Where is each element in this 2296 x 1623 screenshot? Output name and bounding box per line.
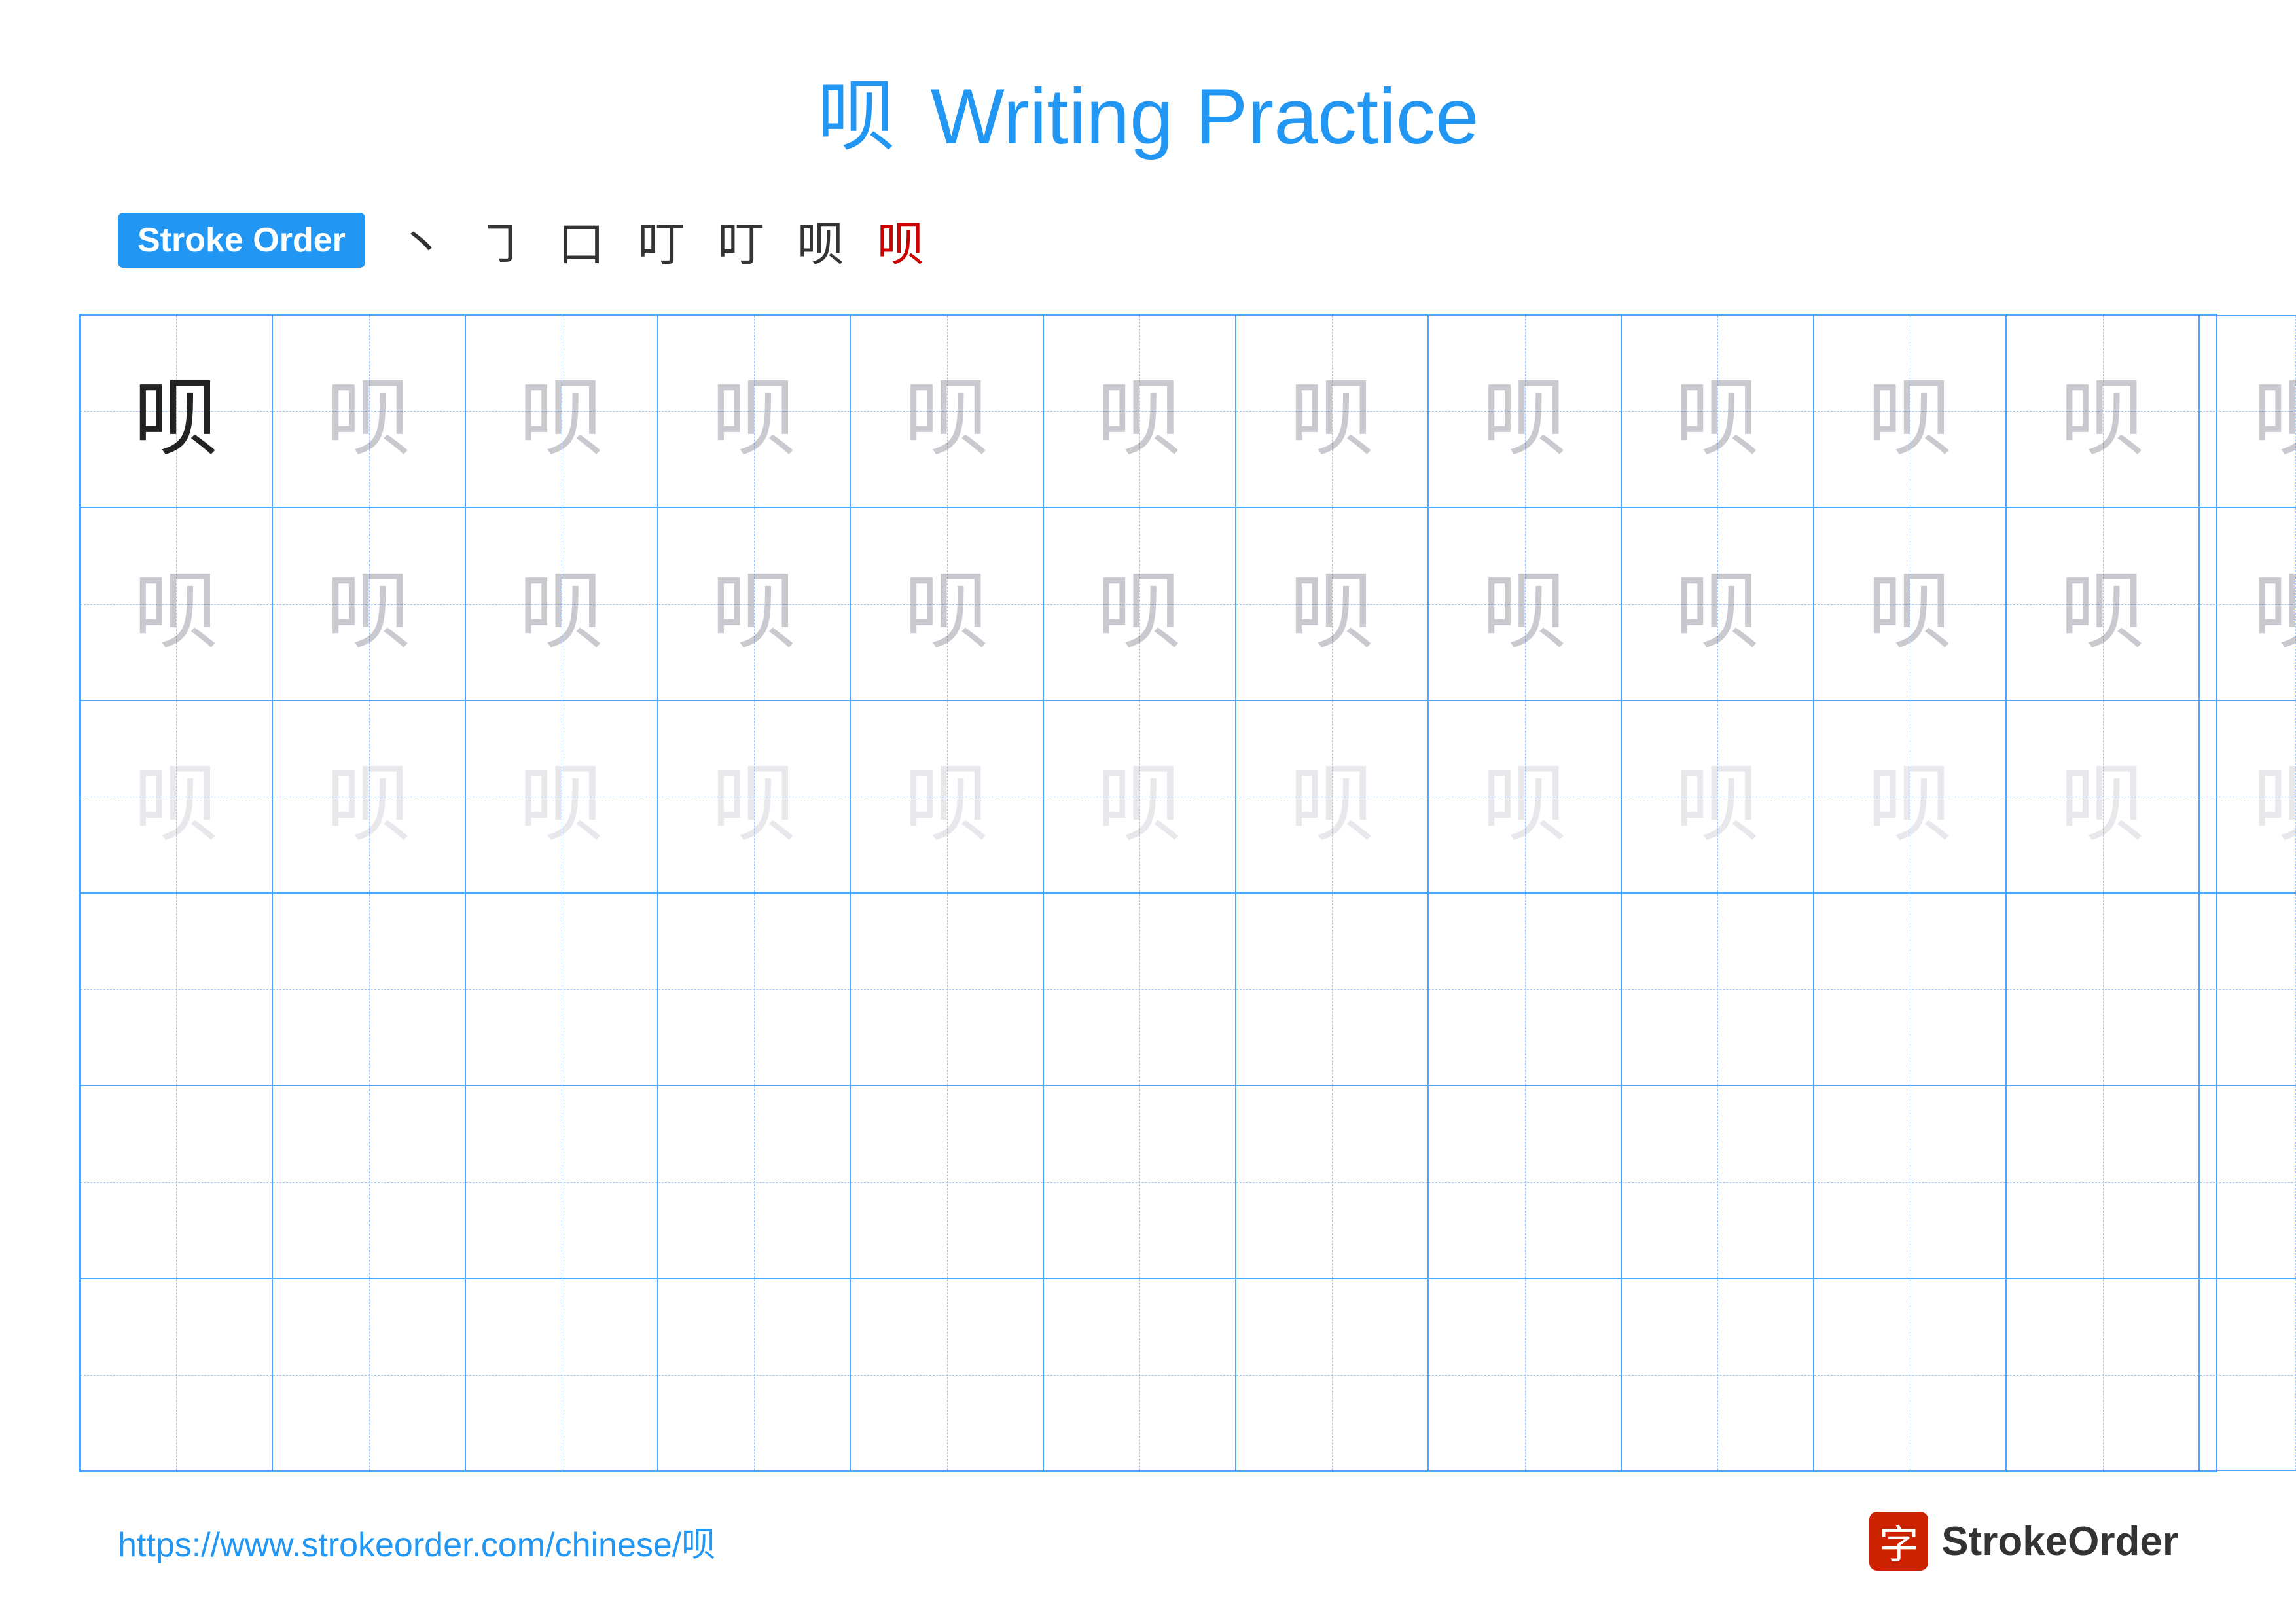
grid-cell[interactable] [658, 1279, 850, 1471]
stroke-step-4: 叮 [637, 206, 685, 274]
grid-cell[interactable]: 呗 [1236, 507, 1428, 700]
page-title: 呗 Writing Practice [817, 52, 1479, 166]
grid-cell[interactable]: 呗 [80, 701, 272, 893]
grid-cell[interactable] [1621, 893, 1814, 1085]
grid-cell[interactable]: 呗 [80, 315, 272, 507]
grid-cell[interactable] [1621, 1085, 1814, 1278]
grid-cell[interactable] [1814, 893, 2006, 1085]
grid-cell[interactable] [1814, 1085, 2006, 1278]
grid-cell[interactable] [658, 1085, 850, 1278]
stroke-step-5: 叮 [717, 206, 764, 274]
grid-cell[interactable]: 呗 [2006, 507, 2198, 700]
grid-cell[interactable] [850, 893, 1043, 1085]
grid-cell[interactable]: 呗 [1043, 315, 1236, 507]
footer-url: https://www.strokeorder.com/chinese/呗 [118, 1517, 715, 1566]
grid-cell[interactable] [1043, 893, 1236, 1085]
grid-cell[interactable]: 呗 [1043, 701, 1236, 893]
practice-grid: 呗呗呗呗呗呗呗呗呗呗呗呗呗呗呗呗呗呗呗呗呗呗呗呗呗呗呗呗呗呗呗呗呗呗呗呗呗呗呗 [79, 314, 2217, 1472]
grid-cell[interactable]: 呗 [2199, 701, 2296, 893]
grid-cell[interactable]: 呗 [1814, 315, 2006, 507]
grid-cell[interactable]: 呗 [2006, 315, 2198, 507]
grid-cell[interactable] [2199, 893, 2296, 1085]
footer-logo: 字 StrokeOrder [1869, 1512, 2178, 1571]
grid-cell[interactable] [272, 1085, 465, 1278]
grid-cell[interactable]: 呗 [1621, 701, 1814, 893]
grid-cell[interactable]: 呗 [2199, 507, 2296, 700]
grid-cell[interactable] [2006, 1279, 2198, 1471]
grid-cell[interactable]: 呗 [658, 507, 850, 700]
grid-cell[interactable]: 呗 [1814, 701, 2006, 893]
grid-cell[interactable] [272, 893, 465, 1085]
grid-cell[interactable]: 呗 [850, 315, 1043, 507]
grid-cell[interactable]: 呗 [465, 701, 658, 893]
stroke-order-badge: Stroke Order [118, 213, 365, 268]
grid-cell[interactable]: 呗 [850, 507, 1043, 700]
grid-cell[interactable] [80, 893, 272, 1085]
grid-cell[interactable]: 呗 [1428, 701, 1621, 893]
grid-cell[interactable]: 呗 [1043, 507, 1236, 700]
grid-cell[interactable] [1236, 1085, 1428, 1278]
grid-cell[interactable] [1621, 1279, 1814, 1471]
grid-cell[interactable]: 呗 [1814, 507, 2006, 700]
stroke-step-1: 丶 [398, 206, 445, 274]
grid-cell[interactable]: 呗 [2199, 315, 2296, 507]
grid-cell[interactable]: 呗 [80, 507, 272, 700]
grid-cell[interactable] [272, 1279, 465, 1471]
grid-cell[interactable] [465, 893, 658, 1085]
grid-cell[interactable] [2199, 1085, 2296, 1278]
grid-cell[interactable] [1428, 893, 1621, 1085]
grid-cell[interactable] [1043, 1085, 1236, 1278]
grid-cell[interactable]: 呗 [658, 701, 850, 893]
grid-cell[interactable]: 呗 [1621, 315, 1814, 507]
grid-cell[interactable]: 呗 [465, 507, 658, 700]
grid-cell[interactable] [80, 1085, 272, 1278]
grid-cell[interactable]: 呗 [850, 701, 1043, 893]
grid-cell[interactable] [465, 1279, 658, 1471]
grid-cell[interactable]: 呗 [272, 507, 465, 700]
grid-cell[interactable] [1428, 1279, 1621, 1471]
grid-cell[interactable] [850, 1085, 1043, 1278]
stroke-step-3: 口 [558, 206, 605, 274]
grid-cell[interactable] [465, 1085, 658, 1278]
stroke-order-row: Stroke Order 丶 ㇆ 口 叮 叮 呗 呗 [118, 206, 924, 274]
footer: https://www.strokeorder.com/chinese/呗 字 … [79, 1512, 2217, 1571]
grid-cell[interactable] [850, 1279, 1043, 1471]
grid-cell[interactable] [1814, 1279, 2006, 1471]
grid-cell[interactable]: 呗 [272, 315, 465, 507]
grid-cell[interactable]: 呗 [465, 315, 658, 507]
grid-cell[interactable]: 呗 [2006, 701, 2198, 893]
grid-cell[interactable]: 呗 [1428, 315, 1621, 507]
grid-cell[interactable] [1428, 1085, 1621, 1278]
stroke-step-6: 呗 [797, 206, 844, 274]
grid-cell[interactable] [1043, 1279, 1236, 1471]
grid-cell[interactable]: 呗 [1621, 507, 1814, 700]
grid-cell[interactable] [2006, 1085, 2198, 1278]
grid-cell[interactable] [1236, 893, 1428, 1085]
stroke-step-7: 呗 [877, 206, 924, 274]
grid-cell[interactable] [2199, 1279, 2296, 1471]
grid-cell[interactable] [80, 1279, 272, 1471]
grid-cell[interactable] [2006, 893, 2198, 1085]
page-container: 呗 Writing Practice Stroke Order 丶 ㇆ 口 叮 … [0, 0, 2296, 1623]
grid-cell[interactable]: 呗 [1428, 507, 1621, 700]
title-writing-practice: Writing Practice [931, 73, 1479, 160]
grid-cell[interactable]: 呗 [1236, 315, 1428, 507]
footer-logo-text: StrokeOrder [1941, 1518, 2178, 1565]
grid-cell[interactable]: 呗 [658, 315, 850, 507]
grid-cell[interactable] [1236, 1279, 1428, 1471]
title-chinese-char: 呗 [817, 73, 895, 160]
stroke-step-2: ㇆ [478, 206, 525, 274]
grid-cell[interactable]: 呗 [272, 701, 465, 893]
footer-logo-icon: 字 [1869, 1512, 1928, 1571]
grid-cell[interactable] [658, 893, 850, 1085]
grid-cell[interactable]: 呗 [1236, 701, 1428, 893]
